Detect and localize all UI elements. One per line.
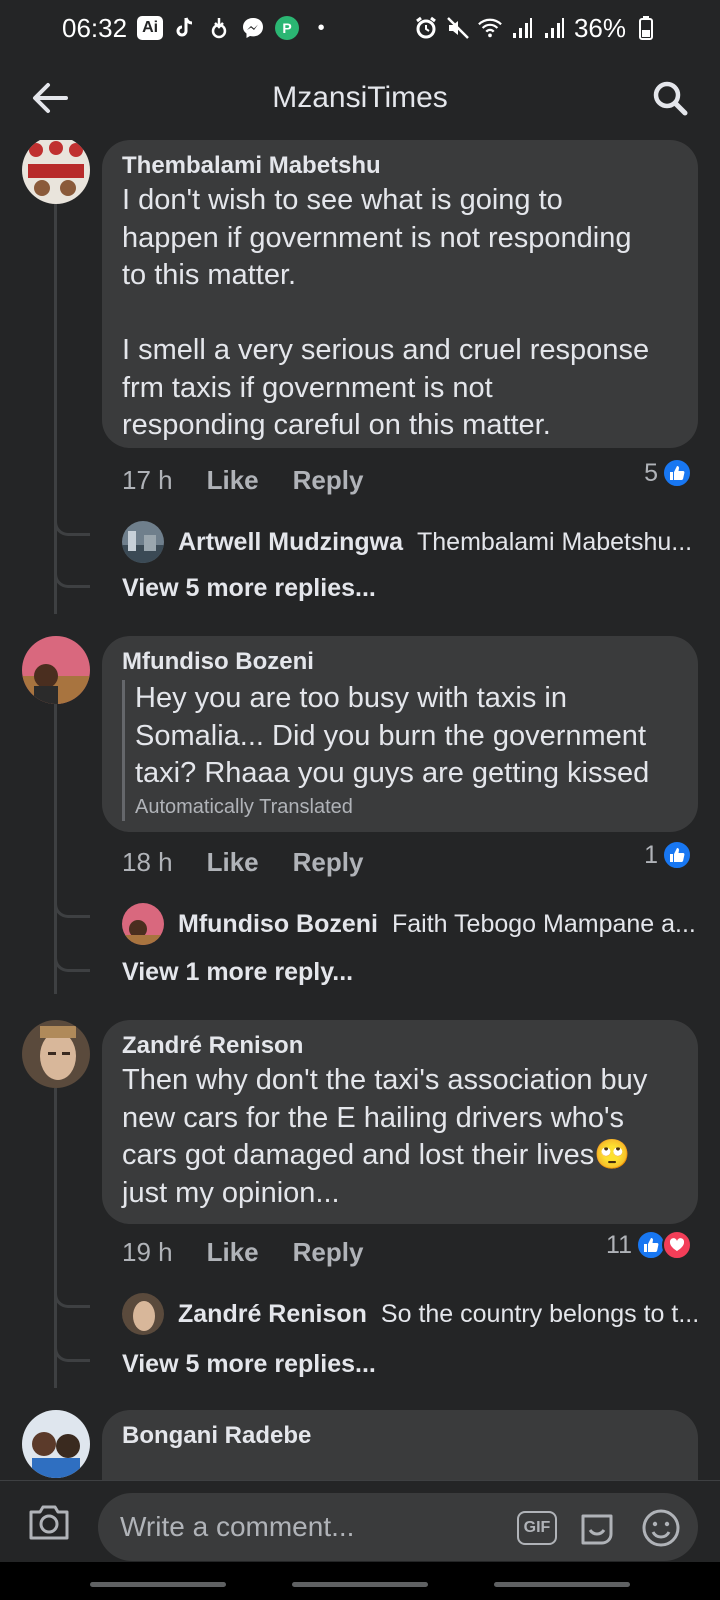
thread-elbow xyxy=(54,1284,90,1308)
signal-icon xyxy=(510,16,534,40)
avatar[interactable] xyxy=(122,903,164,945)
comment-bubble[interactable]: Thembalami Mabetshu I don't wish to see … xyxy=(102,140,698,448)
comment-text: I don't wish to see what is going to hap… xyxy=(122,184,650,441)
reply-text: Faith Tebogo Mampane a... xyxy=(391,909,696,938)
reaction-count: 5 xyxy=(644,458,658,487)
thread-elbow xyxy=(54,512,90,536)
reaction-summary[interactable]: 11 xyxy=(606,1230,692,1260)
alarm-icon xyxy=(414,16,438,40)
reply-preview[interactable]: Artwell Mudzingwa Thembalami Mabetshu... xyxy=(122,520,702,564)
eye-roll-emoji-icon: 🙄 xyxy=(594,1139,631,1171)
reply-button[interactable]: Reply xyxy=(293,1237,364,1268)
translation-label[interactable]: Automatically Translated xyxy=(135,793,678,821)
arrow-left-icon[interactable] xyxy=(26,74,74,122)
avatar[interactable] xyxy=(22,1410,90,1478)
comment-meta: 19 h Like Reply xyxy=(122,1232,363,1272)
battery-icon xyxy=(634,16,658,40)
thread-elbow xyxy=(54,948,90,972)
ai-icon: Ai xyxy=(137,16,164,40)
view-more-replies-link[interactable]: View 1 more reply... xyxy=(122,958,353,987)
comment-bubble[interactable]: Bongani Radebe xyxy=(102,1410,698,1480)
translated-block: Hey you are too busy with taxis in Somal… xyxy=(122,680,678,821)
gif-button[interactable]: GIF xyxy=(517,1511,557,1545)
comment-composer: Write a comment... GIF xyxy=(0,1480,720,1562)
comment-author[interactable]: Zandré Renison xyxy=(122,1030,678,1062)
like-button[interactable]: Like xyxy=(207,1237,259,1268)
like-reaction-icon xyxy=(662,840,692,870)
thread-elbow xyxy=(54,894,90,918)
gif-icon[interactable]: GIF xyxy=(516,1507,558,1549)
comment-author[interactable]: Mfundiso Bozeni xyxy=(122,646,678,678)
emoji-icon[interactable] xyxy=(640,1507,682,1549)
comment-meta: 18 h Like Reply xyxy=(122,842,363,882)
reply-preview[interactable]: Mfundiso Bozeni Faith Tebogo Mampane a..… xyxy=(122,902,702,946)
comment-text-tail: just my opinion... xyxy=(122,1176,340,1209)
download-icon xyxy=(207,16,231,40)
reply-preview[interactable]: Zandré Renison So the country belongs to… xyxy=(122,1292,702,1336)
comment-author[interactable]: Bongani Radebe xyxy=(122,1420,678,1452)
comment-meta: 17 h Like Reply xyxy=(122,460,363,500)
view-more-replies-link[interactable]: View 5 more replies... xyxy=(122,574,376,603)
nav-home-button[interactable] xyxy=(292,1582,428,1587)
reply-text: Thembalami Mabetshu... xyxy=(417,527,693,556)
reaction-count: 11 xyxy=(606,1230,632,1259)
reply-button[interactable]: Reply xyxy=(293,465,364,496)
comment-time: 18 h xyxy=(122,846,173,877)
thread-elbow xyxy=(54,564,90,588)
tiktok-icon xyxy=(173,16,197,40)
comment-author[interactable]: Thembalami Mabetshu xyxy=(122,150,678,182)
wifi-icon xyxy=(478,16,502,40)
comment-thread: Thembalami Mabetshu I don't wish to see … xyxy=(0,140,720,1480)
pocket-icon: P xyxy=(275,16,300,40)
sticker-icon[interactable] xyxy=(576,1507,618,1549)
reaction-count: 1 xyxy=(644,840,658,869)
reply-text: So the country belongs to t... xyxy=(380,1299,700,1328)
page-title: MzansiTimes xyxy=(272,81,448,114)
comment-text: Then why don't the taxi's association bu… xyxy=(122,1062,678,1212)
reply-author[interactable]: Mfundiso Bozeni xyxy=(178,910,378,939)
dot-icon: • xyxy=(317,16,325,39)
avatar[interactable] xyxy=(122,521,164,563)
reply-button[interactable]: Reply xyxy=(293,847,364,878)
comment-text-main: Then why don't the taxi's association bu… xyxy=(122,1064,648,1171)
like-reaction-icon xyxy=(662,458,692,488)
thread-line xyxy=(54,204,57,614)
like-button[interactable]: Like xyxy=(207,847,259,878)
messenger-icon xyxy=(241,16,265,40)
love-reaction-icon xyxy=(662,1230,692,1260)
like-button[interactable]: Like xyxy=(207,465,259,496)
view-more-replies-link[interactable]: View 5 more replies... xyxy=(122,1350,376,1379)
nav-back-button[interactable] xyxy=(494,1582,630,1587)
comment-bubble[interactable]: Mfundiso Bozeni Hey you are too busy wit… xyxy=(102,636,698,832)
reaction-summary[interactable]: 5 xyxy=(644,458,692,488)
comment-bubble[interactable]: Zandré Renison Then why don't the taxi's… xyxy=(102,1020,698,1224)
comment-input[interactable]: Write a comment... GIF xyxy=(98,1493,698,1561)
comment-time: 17 h xyxy=(122,464,173,495)
reply-author[interactable]: Zandré Renison xyxy=(178,1300,367,1329)
system-nav-bar xyxy=(0,1562,720,1600)
app-header: MzansiTimes xyxy=(0,56,720,140)
avatar[interactable] xyxy=(22,1020,90,1088)
avatar[interactable] xyxy=(22,636,90,704)
nav-recents-button[interactable] xyxy=(90,1582,226,1587)
status-bar: 06:32 Ai P • 36% xyxy=(0,0,720,56)
reaction-summary[interactable]: 1 xyxy=(644,840,692,870)
comment-time: 19 h xyxy=(122,1236,173,1267)
comment-text: Hey you are too busy with taxis in Somal… xyxy=(135,682,650,789)
reply-author[interactable]: Artwell Mudzingwa xyxy=(178,528,403,557)
mute-icon xyxy=(446,16,470,40)
thread-elbow xyxy=(54,1338,90,1362)
signal-icon-2 xyxy=(542,16,566,40)
search-icon[interactable] xyxy=(646,74,694,122)
camera-icon[interactable] xyxy=(26,1499,72,1545)
avatar[interactable] xyxy=(122,1293,164,1335)
status-time: 06:32 xyxy=(62,12,128,43)
battery-percent: 36% xyxy=(573,12,626,43)
comment-input-placeholder: Write a comment... xyxy=(120,1511,355,1542)
avatar[interactable] xyxy=(22,140,90,204)
